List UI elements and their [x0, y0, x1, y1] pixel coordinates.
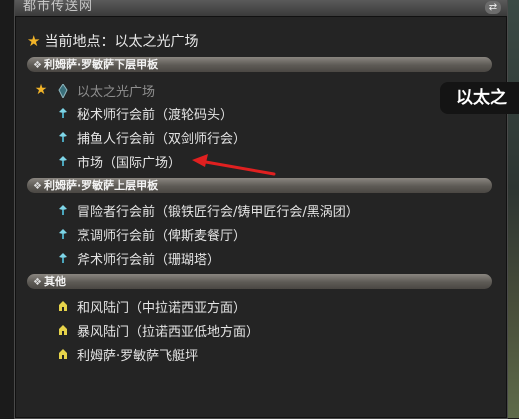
aetheryte-crystal-icon: [57, 84, 69, 98]
aethernet-shard-icon: [57, 155, 69, 167]
aethernet-shard-icon: [57, 204, 69, 216]
list-item-label: 以太之光广场: [77, 84, 156, 100]
gate-icon: [57, 348, 69, 360]
diamond-icon: ❖: [33, 60, 42, 71]
list-item[interactable]: 冒险者行会前（锻铁匠行会/铸甲匠行会/黑涡团）: [31, 200, 359, 220]
aethernet-shard-icon: [57, 228, 69, 240]
current-location-label: 当前地点：以太之光广场: [44, 34, 199, 50]
section-header-other: ❖ 其他: [27, 274, 492, 289]
window-title: 都市传送网: [23, 0, 94, 14]
aethernet-shard-icon: [57, 107, 69, 119]
section-header-lower-decks: ❖ 利姆萨·罗敏萨下层甲板: [27, 57, 492, 72]
list-item-label: 捕鱼人行会前（双剑师行会）: [77, 131, 247, 147]
window-titlebar[interactable]: 都市传送网 ⇄: [15, 0, 507, 17]
list-item-label: 和风陆门（中拉诺西亚方面）: [77, 300, 247, 316]
tooltip-text: 以太之: [456, 88, 507, 108]
list-item-label: 利姆萨·罗敏萨飞艇坪: [77, 348, 199, 364]
annotation-arrow-icon: [192, 154, 276, 176]
list-item[interactable]: 暴风陆门（拉诺西亚低地方面）: [31, 320, 259, 340]
list-item-current: ★ 以太之光广场: [31, 80, 155, 100]
list-item-label: 斧术师行会前（珊瑚塔）: [77, 252, 221, 268]
aethernet-shard-icon: [57, 131, 69, 143]
swap-arrows-icon[interactable]: ⇄: [485, 1, 501, 14]
list-item[interactable]: 和风陆门（中拉诺西亚方面）: [31, 296, 246, 316]
star-icon: ★: [34, 82, 48, 98]
section-label: 利姆萨·罗敏萨下层甲板: [43, 58, 159, 71]
list-item[interactable]: 秘术师行会前（渡轮码头）: [31, 103, 233, 123]
list-item[interactable]: 利姆萨·罗敏萨飞艇坪: [31, 344, 198, 364]
aethernet-window: 都市传送网 ⇄ ★ 当前地点：以太之光广场 ❖ 利姆萨·罗敏萨下层甲板 ★ 以太之…: [14, 0, 508, 419]
section-header-upper-decks: ❖ 利姆萨·罗敏萨上层甲板: [27, 178, 492, 193]
list-item[interactable]: 斧术师行会前（珊瑚塔）: [31, 248, 220, 268]
diamond-icon: ❖: [33, 181, 42, 192]
section-label: 其他: [43, 275, 66, 288]
list-item-label: 秘术师行会前（渡轮码头）: [77, 107, 234, 123]
location-tooltip: 以太之: [440, 82, 519, 114]
list-item-label: 烹调师行会前（俾斯麦餐厅）: [77, 228, 247, 244]
current-location: ★ 当前地点：以太之光广场: [27, 31, 198, 51]
gate-icon: [57, 324, 69, 336]
list-item-label: 市场（国际广场）: [77, 155, 182, 171]
list-item[interactable]: 捕鱼人行会前（双剑师行会）: [31, 127, 246, 147]
section-label: 利姆萨·罗敏萨上层甲板: [43, 179, 159, 192]
star-icon: ★: [27, 32, 41, 50]
list-item-market[interactable]: 市场（国际广场）: [31, 151, 181, 171]
aethernet-shard-icon: [57, 252, 69, 264]
gate-icon: [57, 300, 69, 312]
list-item[interactable]: 烹调师行会前（俾斯麦餐厅）: [31, 224, 246, 244]
diamond-icon: ❖: [33, 277, 42, 288]
list-item-label: 冒险者行会前（锻铁匠行会/铸甲匠行会/黑涡团）: [77, 204, 359, 220]
list-item-label: 暴风陆门（拉诺西亚低地方面）: [77, 324, 260, 340]
